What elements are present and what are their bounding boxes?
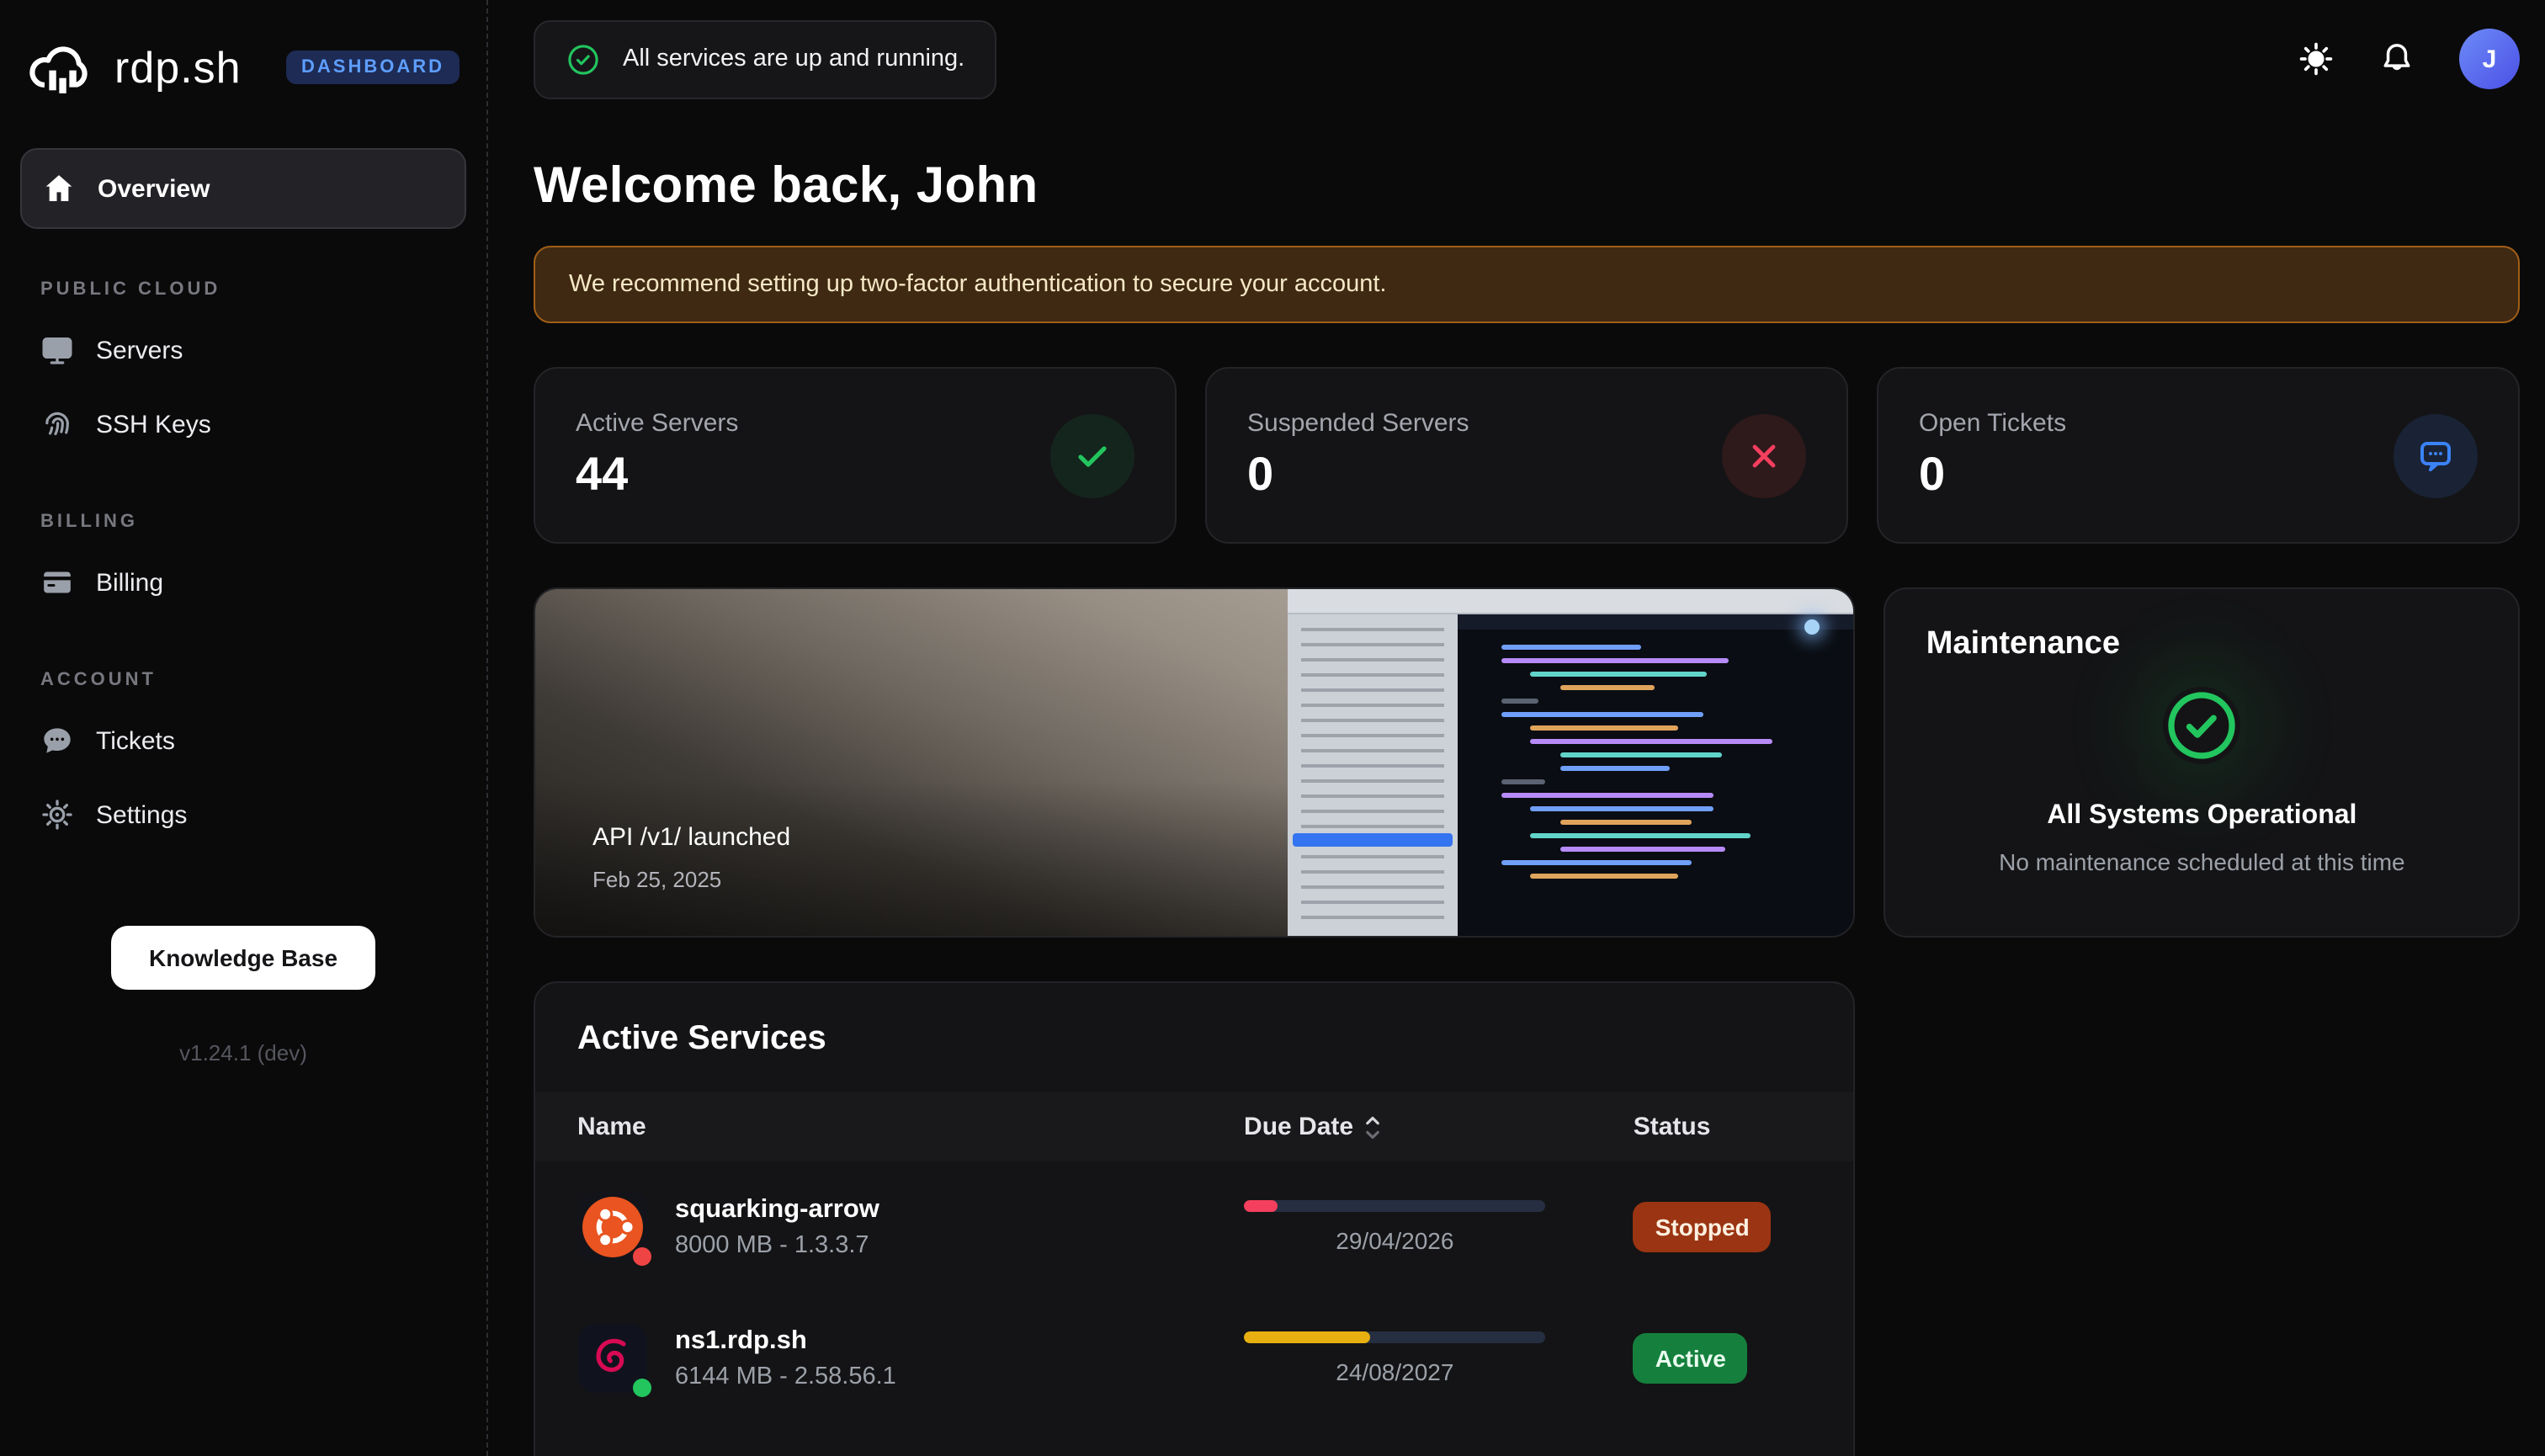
user-avatar[interactable]: J (2459, 29, 2520, 89)
knowledge-base-button[interactable]: Knowledge Base (112, 926, 375, 990)
editor-code (1457, 614, 1854, 936)
sort-icon (1363, 1113, 1382, 1140)
check-circle-icon (566, 41, 601, 77)
check-circle-icon (2163, 687, 2240, 764)
empty-column (1884, 981, 2520, 1456)
home-icon (42, 172, 76, 205)
announcement-date: Feb 25, 2025 (592, 867, 790, 892)
status-message: All services are up and running. (623, 45, 964, 72)
column-header-due-date[interactable]: Due Date (1244, 1113, 1590, 1141)
editor-filetree (1287, 614, 1457, 936)
due-progress-fill (1244, 1200, 1277, 1212)
status-badge: Stopped (1634, 1202, 1772, 1252)
sidebar-nav: Overview PUBLIC CLOUD Servers SSH Keys B… (20, 148, 466, 852)
service-row[interactable]: ns1.rdp.sh 6144 MB - 2.58.56.1 24/08/202… (535, 1293, 1854, 1424)
stat-value: 0 (1919, 448, 2066, 502)
ticket-chat-icon (2394, 413, 2478, 497)
due-date: 29/04/2026 (1244, 1227, 1546, 1254)
service-row[interactable]: squarking-arrow 8000 MB - 1.3.3.7 29/04/… (535, 1161, 1854, 1293)
table-header: Name Due Date Status (535, 1092, 1854, 1161)
sidebar-item-settings[interactable]: Settings (20, 778, 466, 852)
ubuntu-icon (577, 1192, 648, 1262)
due-progress-fill (1244, 1331, 1371, 1343)
stat-value: 0 (1247, 448, 1469, 502)
announcement-title: API /v1/ launched (592, 823, 790, 852)
logo[interactable]: rdp.sh DASHBOARD (20, 24, 466, 111)
sun-icon (2298, 40, 2335, 77)
sidebar-item-billing[interactable]: Billing (20, 545, 466, 619)
debian-icon (577, 1323, 648, 1394)
sidebar-item-label: Settings (96, 800, 187, 829)
section-label-billing: BILLING (40, 512, 446, 532)
cloud-logo-icon (24, 34, 98, 101)
service-details: 8000 MB - 1.3.3.7 (675, 1232, 879, 1259)
stats-row: Active Servers 44 Suspended Servers 0 (534, 367, 2520, 544)
stat-label: Suspended Servers (1247, 409, 1469, 438)
server-status-dot (633, 1247, 651, 1266)
sidebar-item-label: SSH Keys (96, 410, 211, 438)
sidebar-item-ssh-keys[interactable]: SSH Keys (20, 387, 466, 461)
topbar: All services are up and running. J (534, 0, 2520, 118)
dashboard-badge: DASHBOARD (286, 50, 460, 84)
due-progress-bar (1244, 1331, 1546, 1343)
section-label-public-cloud: PUBLIC CLOUD (40, 279, 446, 300)
maintenance-title: Maintenance (1926, 626, 2478, 663)
maintenance-card: Maintenance All Systems Operational No m… (1884, 587, 2520, 938)
sidebar-item-label: Billing (96, 568, 163, 597)
stat-card-suspended-servers: Suspended Servers 0 (1205, 367, 1848, 544)
sidebar: rdp.sh DASHBOARD Overview PUBLIC CLOUD S… (0, 0, 488, 1456)
bell-icon (2378, 40, 2415, 77)
sidebar-item-overview[interactable]: Overview (20, 148, 466, 229)
maintenance-status: All Systems Operational (2047, 801, 2356, 832)
active-services-card: Active Services Name Due Date Status (534, 981, 1856, 1456)
credit-card-icon (40, 566, 74, 599)
section-label-account: ACCOUNT (40, 670, 446, 690)
theme-toggle-button[interactable] (2298, 40, 2335, 77)
sidebar-item-servers[interactable]: Servers (20, 313, 466, 387)
server-status-dot (633, 1379, 651, 1397)
active-services-title: Active Services (535, 1020, 1854, 1092)
page-title: Welcome back, John (534, 158, 2520, 215)
two-factor-warning-banner: We recommend setting up two-factor authe… (534, 246, 2520, 323)
sidebar-item-label: Tickets (96, 726, 175, 755)
main-content: All services are up and running. J Welco… (488, 0, 2545, 1456)
editor-tabbar (1287, 589, 1854, 614)
column-header-status: Status (1590, 1113, 1812, 1141)
app-version: v1.24.1 (dev) (20, 1040, 466, 1065)
sidebar-item-label: Overview (98, 174, 210, 203)
chat-bubble-icon (40, 724, 74, 757)
stat-label: Active Servers (576, 409, 738, 438)
fingerprint-icon (40, 407, 74, 441)
stat-value: 44 (576, 448, 738, 502)
stat-card-open-tickets: Open Tickets 0 (1877, 367, 2520, 544)
stat-card-active-servers: Active Servers 44 (534, 367, 1177, 544)
due-date: 24/08/2027 (1244, 1358, 1546, 1385)
status-badge: Active (1634, 1333, 1748, 1384)
service-details: 6144 MB - 2.58.56.1 (675, 1363, 896, 1390)
column-header-name: Name (577, 1113, 1244, 1141)
notifications-button[interactable] (2378, 40, 2415, 77)
due-progress-bar (1244, 1200, 1546, 1212)
sidebar-item-label: Servers (96, 336, 183, 364)
logo-text: rdp.sh (114, 41, 242, 93)
announcement-card[interactable]: API /v1/ launched Feb 25, 2025 (534, 587, 1856, 938)
monitor-icon (40, 333, 74, 367)
service-name: squarking-arrow (675, 1195, 879, 1225)
maintenance-detail: No maintenance scheduled at this time (1999, 848, 2405, 875)
system-status-pill: All services are up and running. (534, 19, 996, 98)
sidebar-item-tickets[interactable]: Tickets (20, 704, 466, 778)
service-name: ns1.rdp.sh (675, 1326, 896, 1357)
stat-label: Open Tickets (1919, 409, 2066, 438)
x-icon (1722, 413, 1806, 497)
check-icon (1050, 413, 1134, 497)
code-editor-screenshot (1287, 589, 1854, 936)
gear-icon (40, 798, 74, 832)
